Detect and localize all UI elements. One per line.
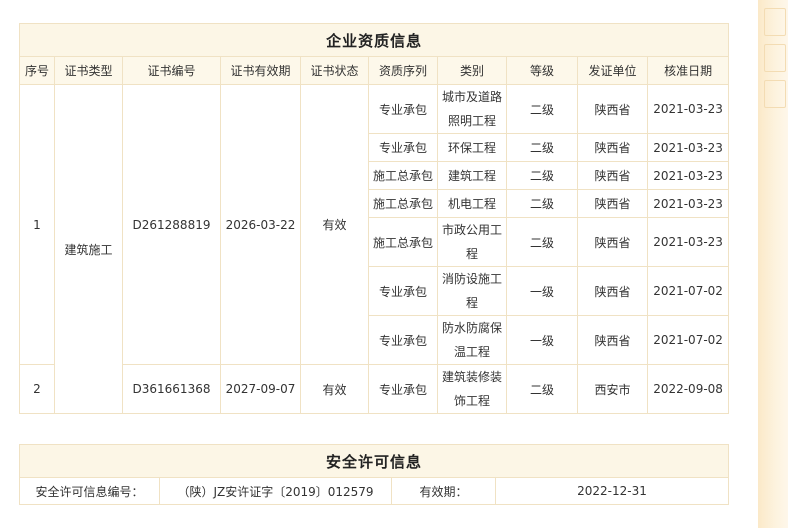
table-row: 2 D361661368 2027-09-07 有效 专业承包 建筑装修装饰工程… — [19, 364, 730, 414]
grade-cell: 一级 — [506, 315, 578, 365]
issuer-cell: 陕西省 — [577, 266, 648, 316]
series-cell: 专业承包 — [368, 133, 438, 162]
date-cell: 2021-03-23 — [646, 189, 730, 218]
category-line: 消防设施工 — [441, 272, 502, 286]
safety-permit-table: 安全许可信息 安全许可信息编号： （陕）JZ安许证字〔2019〕012579 有… — [18, 444, 730, 505]
header-cell: 等级 — [506, 56, 578, 85]
decorative-pattern — [764, 80, 786, 108]
category-line: 照明工程 — [447, 114, 496, 128]
qualification-table: 企业资质信息 序号 证书类型 证书编号 证书有效期 证书状态 资质序列 类别 等… — [18, 23, 730, 414]
header-cell: 资质序列 — [368, 56, 438, 85]
date-cell: 2021-03-23 — [646, 133, 730, 162]
category-cell: 防水防腐保 温工程 — [437, 315, 507, 365]
series-cell: 施工总承包 — [368, 161, 438, 190]
permit-number-value: （陕）JZ安许证字〔2019〕012579 — [159, 477, 392, 505]
cert-no: 1 — [19, 84, 55, 365]
date-cell: 2021-03-23 — [646, 84, 730, 134]
category-cell: 环保工程 — [437, 133, 507, 162]
series-cell: 专业承包 — [368, 266, 438, 316]
cert-status: 有效 — [300, 364, 369, 414]
issuer-cell: 陕西省 — [577, 315, 648, 365]
category-line: 程 — [465, 247, 478, 261]
grade-cell: 二级 — [506, 217, 578, 267]
grade-cell: 一级 — [506, 266, 578, 316]
validity-label: 有效期： — [391, 477, 496, 505]
permit-number-label: 安全许可信息编号： — [19, 477, 160, 505]
date-cell: 2021-07-02 — [646, 315, 730, 365]
issuer-cell: 陕西省 — [577, 217, 648, 267]
safety-title: 安全许可信息 — [18, 444, 730, 478]
category-cell: 城市及道路 照明工程 — [437, 84, 507, 134]
header-cell: 证书类型 — [54, 56, 123, 85]
header-cell: 核准日期 — [646, 56, 730, 85]
qualification-header-row: 序号 证书类型 证书编号 证书有效期 证书状态 资质序列 类别 等级 发证单位 … — [19, 56, 730, 85]
grade-cell: 二级 — [506, 189, 578, 218]
category-line: 温工程 — [453, 345, 490, 359]
header-cell: 发证单位 — [577, 56, 648, 85]
cert-type: 建筑施工 — [54, 84, 123, 414]
series-cell: 专业承包 — [368, 315, 438, 365]
safety-row: 安全许可信息编号： （陕）JZ安许证字〔2019〕012579 有效期： 202… — [19, 477, 730, 505]
decorative-pattern — [764, 44, 786, 72]
decorative-pattern — [764, 8, 786, 36]
header-cell: 证书有效期 — [220, 56, 301, 85]
category-cell: 消防设施工程 — [437, 266, 507, 316]
issuer-cell: 陕西省 — [577, 189, 648, 218]
header-cell: 类别 — [437, 56, 507, 85]
table-row: 1 建筑施工 D261288819 2026-03-22 有效 专业承包 城市及… — [19, 84, 730, 414]
category-cell: 市政公用工程 — [437, 217, 507, 267]
date-cell: 2021-07-02 — [646, 266, 730, 316]
date-cell: 2022-09-08 — [646, 364, 730, 414]
grade-cell: 二级 — [506, 133, 578, 162]
cert-valid-until: 2027-09-07 — [220, 364, 301, 414]
category-cell: 建筑装修装 饰工程 — [437, 364, 507, 414]
cert-status: 有效 — [300, 84, 369, 365]
category-cell: 机电工程 — [437, 189, 507, 218]
grade-cell: 二级 — [506, 161, 578, 190]
date-cell: 2021-03-23 — [646, 161, 730, 190]
header-cell: 证书状态 — [300, 56, 369, 85]
cert-number: D261288819 — [122, 84, 221, 365]
series-cell: 专业承包 — [368, 364, 438, 414]
category-line: 市政公用工 — [441, 223, 502, 237]
header-cell: 证书编号 — [122, 56, 221, 85]
category-line: 城市及道路 — [441, 90, 502, 104]
date-cell: 2021-03-23 — [646, 217, 730, 267]
category-line: 防水防腐保 — [441, 321, 502, 335]
category-line: 饰工程 — [453, 394, 490, 408]
cert-no: 2 — [19, 364, 55, 414]
grade-cell: 二级 — [506, 84, 578, 134]
issuer-cell: 陕西省 — [577, 84, 648, 134]
series-cell: 施工总承包 — [368, 217, 438, 267]
validity-value: 2022-12-31 — [494, 477, 730, 505]
qualification-title: 企业资质信息 — [18, 23, 730, 57]
header-cell: 序号 — [19, 56, 55, 85]
category-line: 建筑装修装 — [441, 370, 502, 384]
issuer-cell: 陕西省 — [577, 161, 648, 190]
category-line: 程 — [465, 296, 478, 310]
grade-cell: 二级 — [506, 364, 578, 414]
right-decorative-panel — [758, 0, 788, 528]
category-cell: 建筑工程 — [437, 161, 507, 190]
series-cell: 施工总承包 — [368, 189, 438, 218]
cert-number: D361661368 — [122, 364, 221, 414]
issuer-cell: 陕西省 — [577, 133, 648, 162]
cert-valid-until: 2026-03-22 — [220, 84, 301, 365]
issuer-cell: 西安市 — [577, 364, 648, 414]
series-cell: 专业承包 — [368, 84, 438, 134]
